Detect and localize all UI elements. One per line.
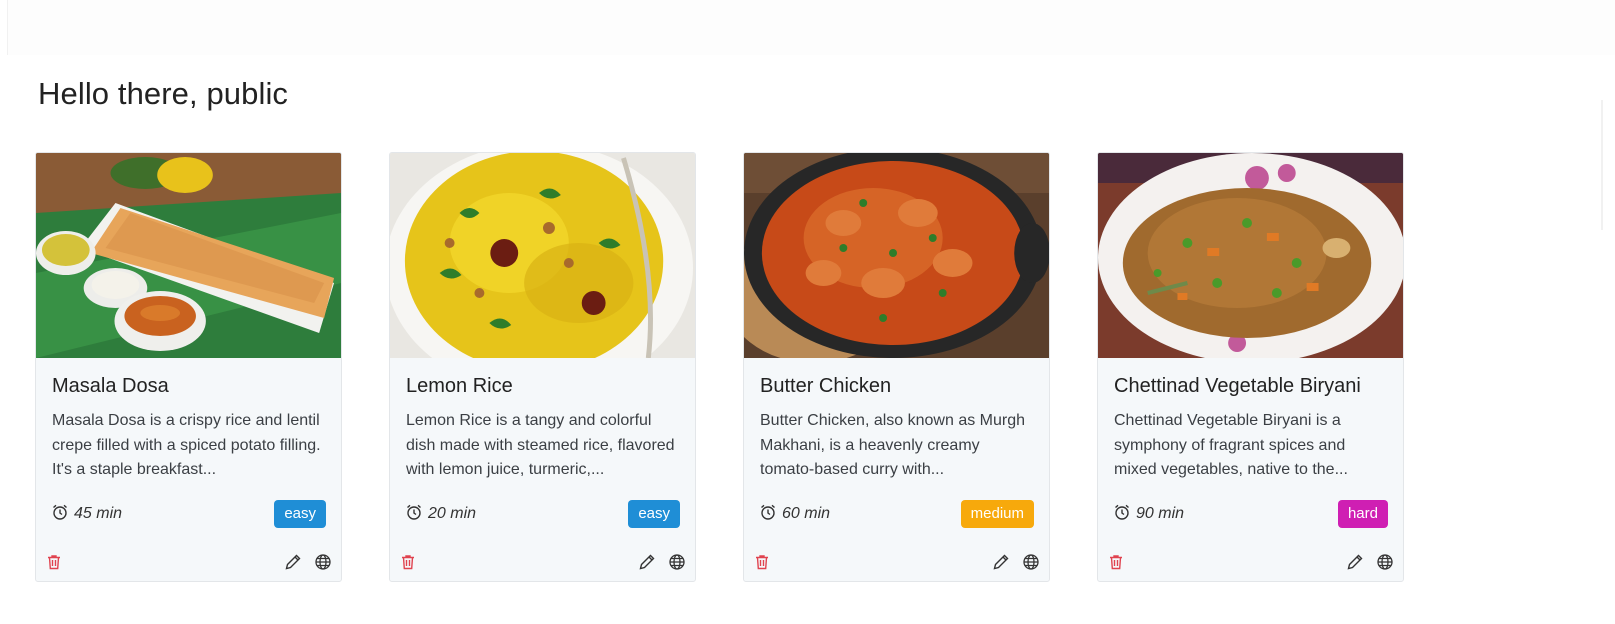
pencil-icon[interactable] xyxy=(991,552,1011,572)
pencil-icon[interactable] xyxy=(1345,552,1365,572)
recipe-image xyxy=(390,153,695,358)
alarm-clock-icon xyxy=(51,503,69,526)
recipe-description: Butter Chicken, also known as Murgh Makh… xyxy=(760,412,1026,478)
alarm-clock-icon xyxy=(759,503,777,526)
trash-icon[interactable] xyxy=(752,552,772,572)
page-greeting: Hello there, public xyxy=(38,76,289,111)
difficulty-badge: easy xyxy=(274,500,326,528)
trash-icon[interactable] xyxy=(1106,552,1126,572)
recipe-time-label: 90 min xyxy=(1136,505,1185,522)
pencil-icon[interactable] xyxy=(283,552,303,572)
difficulty-badge: easy xyxy=(628,500,680,528)
recipe-card-grid: Masala Dosa Masala Dosa is a crispy rice… xyxy=(35,152,1515,582)
right-edge-divider xyxy=(1601,100,1603,230)
trash-icon[interactable] xyxy=(44,552,64,572)
recipe-description: Masala Dosa is a crispy rice and lentil … xyxy=(52,412,321,478)
recipe-card[interactable]: Masala Dosa Masala Dosa is a crispy rice… xyxy=(35,152,342,582)
recipe-title: Butter Chicken xyxy=(760,375,892,397)
recipe-card[interactable]: Lemon Rice Lemon Rice is a tangy and col… xyxy=(389,152,696,582)
recipe-time: 60 min xyxy=(759,503,830,526)
globe-icon[interactable] xyxy=(1021,552,1041,572)
recipe-time: 20 min xyxy=(405,503,476,526)
pencil-icon[interactable] xyxy=(637,552,657,572)
alarm-clock-icon xyxy=(1113,503,1131,526)
difficulty-badge: hard xyxy=(1337,500,1388,528)
recipe-time: 90 min xyxy=(1113,503,1184,526)
recipe-card[interactable]: Chettinad Vegetable Biryani Chettinad Ve… xyxy=(1097,152,1404,582)
recipe-description: Lemon Rice is a tangy and colorful dish … xyxy=(406,412,675,478)
globe-icon[interactable] xyxy=(1375,552,1395,572)
recipe-image xyxy=(744,153,1049,358)
recipe-time: 45 min xyxy=(51,503,122,526)
recipe-time-label: 60 min xyxy=(782,505,831,522)
recipe-title: Masala Dosa xyxy=(52,375,169,397)
recipe-title: Lemon Rice xyxy=(406,375,513,397)
recipe-card[interactable]: Butter Chicken Butter Chicken, also know… xyxy=(743,152,1050,582)
trash-icon[interactable] xyxy=(398,552,418,572)
alarm-clock-icon xyxy=(405,503,423,526)
recipe-title: Chettinad Vegetable Biryani xyxy=(1114,375,1361,397)
top-navbar-area xyxy=(7,0,1615,55)
recipe-image xyxy=(36,153,341,358)
globe-icon[interactable] xyxy=(313,552,333,572)
globe-icon[interactable] xyxy=(667,552,687,572)
recipe-description: Chettinad Vegetable Biryani is a symphon… xyxy=(1114,412,1348,478)
recipe-time-label: 20 min xyxy=(428,505,477,522)
recipe-time-label: 45 min xyxy=(74,505,123,522)
recipe-image xyxy=(1098,153,1403,358)
difficulty-badge: medium xyxy=(960,500,1034,528)
